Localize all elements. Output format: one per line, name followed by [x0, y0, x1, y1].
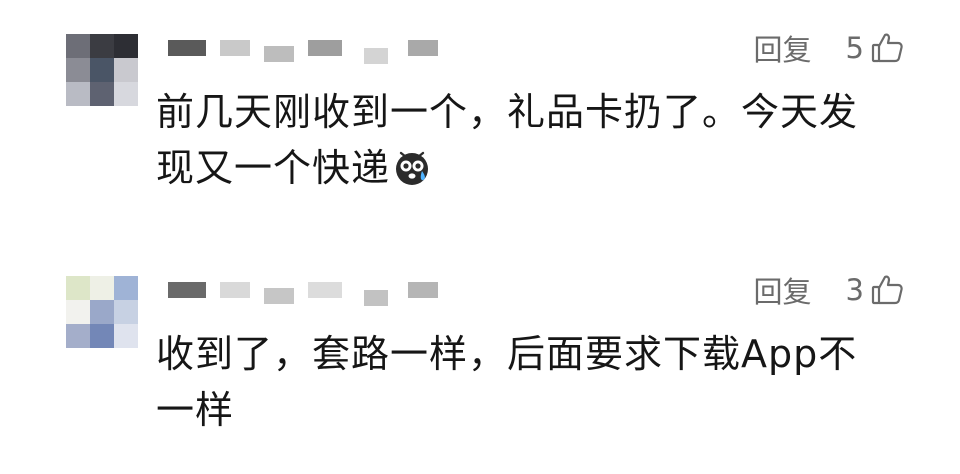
username-blurred[interactable]: [168, 36, 468, 64]
username-mosaic-block: [264, 288, 294, 304]
avatar-mosaic-tile: [114, 82, 138, 106]
avatar-mosaic-tile: [66, 82, 90, 106]
reply-button[interactable]: 回复: [754, 27, 812, 69]
avatar-mosaic-tile: [90, 58, 114, 82]
avatar-mosaic-tile: [90, 324, 114, 348]
thumbs-up-icon[interactable]: [870, 273, 904, 307]
username-mosaic-block: [308, 40, 342, 56]
avatar-mosaic-tile: [66, 34, 90, 58]
like-count: 3: [845, 273, 864, 307]
avatar-mosaic-tile: [66, 300, 90, 324]
username-mosaic-block: [308, 282, 342, 298]
avatar[interactable]: [66, 34, 138, 106]
username-mosaic-block: [168, 40, 206, 56]
avatar-mosaic-tile: [114, 276, 138, 300]
like-count: 5: [845, 31, 864, 65]
comment-text: 收到了，套路一样，后面要求下载App不一样: [156, 326, 896, 438]
username-mosaic-block: [408, 282, 438, 298]
comment-body: 收到了，套路一样，后面要求下载App不一样: [156, 332, 858, 432]
username-mosaic-block: [168, 282, 206, 298]
username-mosaic-block: [408, 40, 438, 56]
avatar-mosaic-tile: [114, 34, 138, 58]
username-mosaic-block: [220, 282, 250, 298]
comment-item: 回复 3 收到了，套路一样，后面要求下载App不一样: [0, 270, 960, 470]
avatar-mosaic-tile: [114, 300, 138, 324]
username-blurred[interactable]: [168, 278, 468, 306]
comment-item: 回复 5 前几天刚收到一个，礼品卡扔了。今天发现又一个快递: [0, 28, 960, 228]
username-mosaic-block: [364, 290, 388, 306]
comment-actions: 回复 3: [754, 269, 904, 311]
avatar-mosaic-tile: [90, 276, 114, 300]
avatar-mosaic-tile: [90, 300, 114, 324]
avatar-mosaic-tile: [114, 324, 138, 348]
thumbs-up-icon[interactable]: [870, 31, 904, 65]
avatar-mosaic-tile: [114, 58, 138, 82]
username-mosaic-block: [364, 48, 388, 64]
comment-text: 前几天刚收到一个，礼品卡扔了。今天发现又一个快递: [156, 84, 896, 196]
avatar[interactable]: [66, 276, 138, 348]
avatar-mosaic-tile: [90, 82, 114, 106]
avatar-mosaic-tile: [66, 324, 90, 348]
username-mosaic-block: [220, 40, 250, 56]
avatar-mosaic-tile: [66, 58, 90, 82]
reply-button[interactable]: 回复: [754, 269, 812, 311]
comment-actions: 回复 5: [754, 27, 904, 69]
sweat-face-icon: [392, 146, 432, 186]
avatar-mosaic-tile: [90, 34, 114, 58]
avatar-mosaic-tile: [66, 276, 90, 300]
comment-body: 前几天刚收到一个，礼品卡扔了。今天发现又一个快递: [156, 90, 859, 190]
username-mosaic-block: [264, 46, 294, 62]
